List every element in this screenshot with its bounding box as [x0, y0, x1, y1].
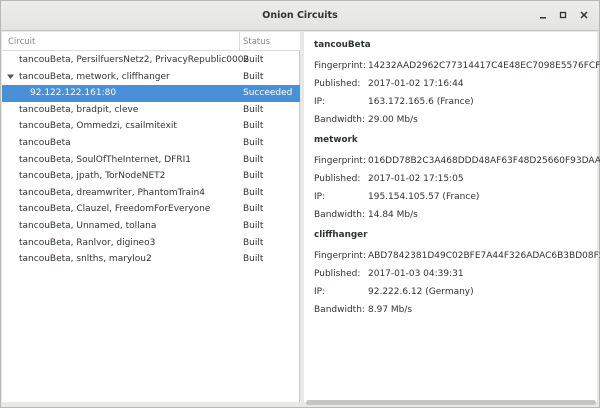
titlebar[interactable]: Onion Circuits — [1, 1, 599, 31]
horizontal-scrollbar[interactable] — [306, 400, 596, 405]
relay-published-label: Published: — [314, 269, 361, 279]
relay-ip-value: 92.222.6.12 (Germany) — [368, 287, 474, 297]
circuit-row[interactable]: tancouBeta, Unnamed, tollana Built — [2, 218, 300, 235]
circuit-path: tancouBeta, bradpit, cleve — [19, 104, 139, 115]
circuit-row[interactable]: tancouBeta, Ommedzi, csailmitexit Built — [2, 118, 300, 135]
circuit-row[interactable]: tancouBeta, SoulOfTheInternet, DFRI1 Buil… — [2, 152, 300, 169]
minimize-icon — [540, 17, 546, 19]
circuit-status: Succeeded — [243, 88, 293, 99]
circuit-row[interactable]: tancouBeta, snlths, marylou2 Built — [2, 251, 300, 268]
circuit-status: Built — [243, 204, 264, 215]
window-title: Onion Circuits — [262, 10, 338, 21]
circuit-row[interactable]: tancouBeta, bradpit, cleve Built — [2, 102, 300, 119]
relay-node-details: metwork Fingerprint: 016DD78B2C3A468DDD48A… — [314, 135, 600, 225]
circuit-path: tancouBeta, Unnamed, tollana — [19, 220, 157, 231]
expander-open-icon[interactable] — [7, 73, 15, 81]
circuit-status: Built — [243, 187, 264, 198]
circuit-row[interactable]: tancouBeta, Clauzel, FreedomForEveryone B… — [2, 201, 300, 218]
relay-bandwidth-label: Bandwidth: — [314, 210, 365, 220]
column-header-status[interactable]: Status — [243, 37, 270, 47]
relay-published-value: 2017-01-02 17:15:05 — [368, 174, 464, 184]
circuit-list[interactable]: Circuit Status tancouBeta, PersilfuersNe… — [2, 32, 300, 402]
circuit-path: tancouBeta — [19, 137, 71, 148]
circuit-row[interactable]: tancouBeta, dreamwriter, PhantomTrain4 Bu… — [2, 185, 300, 202]
circuit-status: Built — [243, 237, 264, 248]
relay-ip-value: 163.172.165.6 (France) — [368, 97, 474, 107]
circuit-status: Built — [243, 220, 264, 231]
circuit-status: Built — [243, 71, 264, 82]
relay-published-value: 2017-01-03 04:39:31 — [368, 269, 464, 279]
relay-fingerprint-label: Fingerprint: — [314, 156, 366, 166]
circuit-status: Built — [243, 55, 264, 65]
relay-bandwidth-value: 29.00 Mb/s — [368, 115, 418, 125]
circuit-row[interactable]: tancouBeta, PersilfuersNetz2, PrivacyRep… — [2, 52, 300, 69]
circuit-status: Built — [243, 121, 264, 132]
close-icon — [580, 11, 588, 19]
relay-name: tancouBeta — [314, 40, 371, 50]
relay-fingerprint-value: 016DD78B2C3A468DDD48AF63F48D25660F93DAAC — [368, 156, 600, 166]
circuit-path: tancouBeta, PersilfuersNetz2, PrivacyRep… — [19, 55, 250, 65]
relay-name: cliffhanger — [314, 230, 368, 240]
relay-bandwidth-label: Bandwidth: — [314, 115, 365, 125]
circuit-rows: tancouBeta, PersilfuersNetz2, PrivacyRep… — [2, 52, 300, 268]
relay-ip-label: IP: — [314, 97, 326, 107]
circuit-path: tancouBeta, jpath, TorNodeNET2 — [19, 171, 166, 182]
relay-bandwidth-value: 8.97 Mb/s — [368, 305, 413, 315]
column-header-circuit[interactable]: Circuit — [8, 37, 35, 47]
circuit-path: tancouBeta, snlths, marylou2 — [19, 254, 152, 265]
relay-published-value: 2017-01-02 17:16:44 — [368, 79, 464, 89]
circuit-path: tancouBeta, Ommedzi, csailmitexit — [19, 121, 177, 132]
onion-circuits-window: Onion Circuits Circuit Status tancouBeta… — [0, 0, 600, 408]
circuit-path: tancouBeta, SoulOfTheInternet, DFRI1 — [19, 154, 191, 165]
circuit-details-pane: tancouBeta Fingerprint: 14232AAD2962C77314… — [304, 32, 600, 402]
circuit-path: tancouBeta, metwork, cliffhanger — [19, 71, 170, 82]
relay-fingerprint-value: 14232AAD2962C77314417C4E48EC7098E5576FCF — [368, 61, 600, 71]
relay-published-label: Published: — [314, 174, 361, 184]
stream-row[interactable]: 92.122.122.161:80 Succeeded — [2, 85, 300, 102]
circuit-path: tancouBeta, dreamwriter, PhantomTrain4 — [19, 187, 205, 198]
circuit-row[interactable]: tancouBeta, metwork, cliffhanger Built — [2, 69, 300, 86]
relay-ip-label: IP: — [314, 192, 326, 202]
relay-name: metwork — [314, 135, 358, 145]
circuit-status: Built — [243, 137, 264, 148]
circuit-status: Built — [243, 104, 264, 115]
maximize-icon — [559, 11, 567, 19]
relay-published-label: Published: — [314, 79, 361, 89]
minimize-button[interactable] — [536, 8, 550, 22]
relay-fingerprint-value: ABD7842381D49C02BFE7A44F326ADAC6B3BD08F5 — [368, 251, 600, 261]
circuit-status: Built — [243, 171, 264, 182]
column-separator[interactable] — [239, 32, 240, 51]
close-button[interactable] — [577, 8, 591, 22]
circuit-status: Built — [243, 154, 264, 165]
circuit-row[interactable]: tancouBeta, Ranlvor, digineo3 Built — [2, 235, 300, 252]
circuit-path: tancouBeta, Clauzel, FreedomForEveryone — [19, 204, 211, 215]
relay-bandwidth-label: Bandwidth: — [314, 305, 365, 315]
maximize-button[interactable] — [556, 8, 570, 22]
relay-ip-label: IP: — [314, 287, 326, 297]
stream-target: 92.122.122.161:80 — [30, 88, 117, 99]
circuit-row[interactable]: tancouBeta Built — [2, 135, 300, 152]
relay-node-details: tancouBeta Fingerprint: 14232AAD2962C77314… — [314, 40, 600, 130]
relay-fingerprint-label: Fingerprint: — [314, 61, 366, 71]
relay-fingerprint-label: Fingerprint: — [314, 251, 366, 261]
circuit-row[interactable]: tancouBeta, jpath, TorNodeNET2 Built — [2, 168, 300, 185]
circuit-path: tancouBeta, Ranlvor, digineo3 — [19, 237, 156, 248]
circuit-status: Built — [243, 254, 264, 265]
relay-node-details: cliffhanger Fingerprint: ABD7842381D49C02B… — [314, 230, 600, 320]
relay-ip-value: 195.154.105.57 (France) — [368, 192, 480, 202]
relay-bandwidth-value: 14.84 Mb/s — [368, 210, 418, 220]
circuit-list-header: Circuit Status — [2, 32, 300, 51]
